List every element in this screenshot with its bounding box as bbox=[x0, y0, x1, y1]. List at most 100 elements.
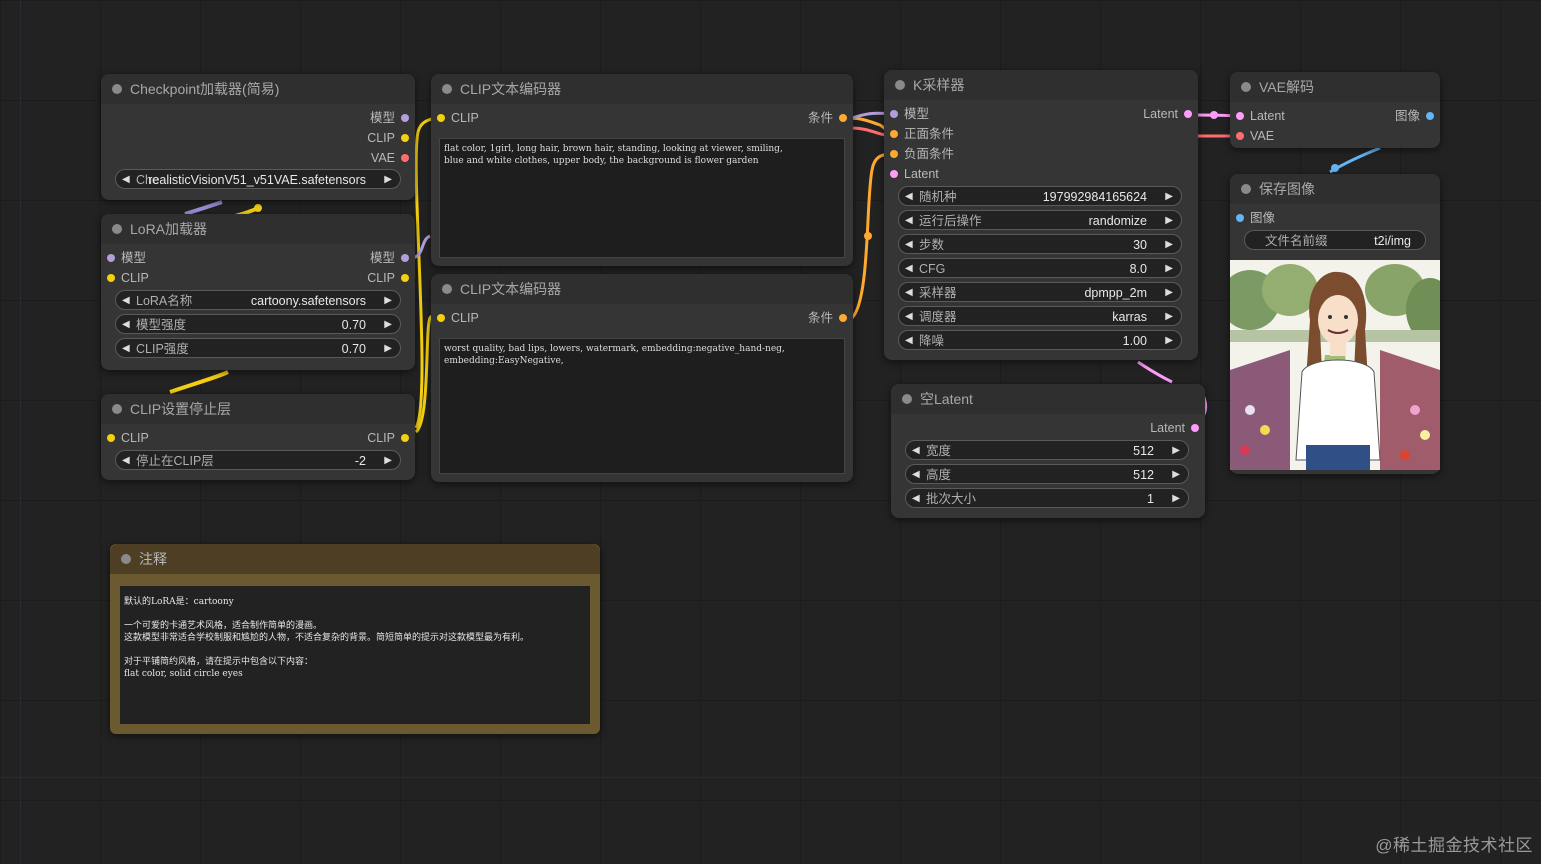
arrow-right-icon[interactable]: ▶ bbox=[384, 339, 392, 359]
output-clip[interactable]: CLIP bbox=[367, 129, 409, 147]
negative-prompt-textarea[interactable]: worst quality, bad lips, lowers, waterma… bbox=[439, 338, 845, 474]
slot-dot-icon[interactable] bbox=[890, 130, 898, 138]
input-clip[interactable]: CLIP bbox=[107, 429, 149, 447]
output-model[interactable]: 模型 bbox=[370, 249, 409, 267]
clip-text-encode-negative-node[interactable]: CLIP文本编码器 CLIP 条件 worst quality, bad lip… bbox=[431, 274, 853, 482]
arrow-left-icon[interactable]: ◀ bbox=[122, 339, 130, 359]
output-model[interactable]: 模型 bbox=[370, 109, 409, 127]
input-image[interactable]: 图像 bbox=[1236, 209, 1275, 227]
slot-dot-icon[interactable] bbox=[107, 274, 115, 282]
arrow-right-icon[interactable]: ▶ bbox=[384, 170, 392, 190]
cfg-number[interactable]: ◀ CFG 8.0 ▶ bbox=[898, 258, 1182, 278]
collapse-dot-icon[interactable] bbox=[121, 554, 131, 564]
slot-dot-icon[interactable] bbox=[437, 314, 445, 322]
arrow-right-icon[interactable]: ▶ bbox=[384, 291, 392, 311]
control-after-generate-combo[interactable]: ◀ 运行后操作 randomize ▶ bbox=[898, 210, 1182, 230]
input-latent[interactable]: Latent bbox=[1236, 107, 1285, 125]
node-title[interactable]: VAE解码 bbox=[1230, 72, 1440, 102]
model-strength-number[interactable]: ◀ 模型强度 0.70 ▶ bbox=[115, 314, 401, 334]
arrow-left-icon[interactable]: ◀ bbox=[122, 315, 130, 335]
checkpoint-loader-node[interactable]: Checkpoint加载器(简易) 模型 CLIP VAE ◀ Che real… bbox=[101, 74, 415, 200]
input-model[interactable]: 模型 bbox=[107, 249, 146, 267]
arrow-right-icon[interactable]: ▶ bbox=[1172, 465, 1180, 485]
input-clip[interactable]: CLIP bbox=[107, 269, 149, 287]
slot-dot-icon[interactable] bbox=[401, 254, 409, 262]
arrow-right-icon[interactable]: ▶ bbox=[1165, 283, 1173, 303]
arrow-right-icon[interactable]: ▶ bbox=[1172, 441, 1180, 461]
collapse-dot-icon[interactable] bbox=[895, 80, 905, 90]
slot-dot-icon[interactable] bbox=[1236, 132, 1244, 140]
slot-dot-icon[interactable] bbox=[437, 114, 445, 122]
slot-dot-icon[interactable] bbox=[107, 254, 115, 262]
arrow-right-icon[interactable]: ▶ bbox=[1165, 187, 1173, 207]
slot-dot-icon[interactable] bbox=[1426, 112, 1434, 120]
input-vae[interactable]: VAE bbox=[1236, 127, 1274, 145]
slot-dot-icon[interactable] bbox=[401, 434, 409, 442]
slot-dot-icon[interactable] bbox=[1236, 214, 1244, 222]
slot-dot-icon[interactable] bbox=[401, 114, 409, 122]
generated-image-preview[interactable] bbox=[1230, 260, 1440, 470]
scheduler-combo[interactable]: ◀ 调度器 karras ▶ bbox=[898, 306, 1182, 326]
positive-prompt-textarea[interactable]: flat color, 1girl, long hair, brown hair… bbox=[439, 138, 845, 258]
output-clip[interactable]: CLIP bbox=[367, 429, 409, 447]
input-model[interactable]: 模型 bbox=[890, 105, 929, 123]
clip-text-encode-positive-node[interactable]: CLIP文本编码器 CLIP 条件 flat color, 1girl, lon… bbox=[431, 74, 853, 266]
arrow-left-icon[interactable]: ◀ bbox=[122, 170, 130, 190]
batch-size-number[interactable]: ◀ 批次大小 1 ▶ bbox=[905, 488, 1189, 508]
node-title[interactable]: 保存图像 bbox=[1230, 174, 1440, 204]
arrow-left-icon[interactable]: ◀ bbox=[912, 465, 920, 485]
filename-prefix-input[interactable]: 文件名前缀 t2i/img bbox=[1244, 230, 1426, 250]
slot-dot-icon[interactable] bbox=[401, 274, 409, 282]
arrow-right-icon[interactable]: ▶ bbox=[1165, 259, 1173, 279]
output-latent[interactable]: Latent bbox=[1150, 419, 1199, 437]
slot-dot-icon[interactable] bbox=[401, 154, 409, 162]
collapse-dot-icon[interactable] bbox=[112, 84, 122, 94]
collapse-dot-icon[interactable] bbox=[112, 404, 122, 414]
slot-dot-icon[interactable] bbox=[839, 314, 847, 322]
clip-strength-number[interactable]: ◀ CLIP强度 0.70 ▶ bbox=[115, 338, 401, 358]
node-title[interactable]: CLIP文本编码器 bbox=[431, 74, 853, 104]
arrow-right-icon[interactable]: ▶ bbox=[384, 451, 392, 471]
clip-set-last-layer-node[interactable]: CLIP设置停止层 CLIP CLIP ◀ 停止在CLIP层 -2 ▶ bbox=[101, 394, 415, 480]
arrow-left-icon[interactable]: ◀ bbox=[905, 235, 913, 255]
arrow-right-icon[interactable]: ▶ bbox=[1165, 331, 1173, 351]
denoise-number[interactable]: ◀ 降噪 1.00 ▶ bbox=[898, 330, 1182, 350]
node-title[interactable]: Checkpoint加载器(简易) bbox=[101, 74, 415, 104]
arrow-left-icon[interactable]: ◀ bbox=[905, 307, 913, 327]
note-node[interactable]: 注释 默认的LoRA是：cartoony 一个可爱的卡通艺术风格，适合制作简单的… bbox=[110, 544, 600, 734]
collapse-dot-icon[interactable] bbox=[442, 284, 452, 294]
lora-loader-node[interactable]: LoRA加载器 模型 CLIP 模型 CLIP ◀ LoRA名称 cartoon… bbox=[101, 214, 415, 370]
arrow-right-icon[interactable]: ▶ bbox=[1165, 235, 1173, 255]
collapse-dot-icon[interactable] bbox=[442, 84, 452, 94]
node-title[interactable]: CLIP设置停止层 bbox=[101, 394, 415, 424]
arrow-left-icon[interactable]: ◀ bbox=[122, 451, 130, 471]
slot-dot-icon[interactable] bbox=[1236, 112, 1244, 120]
node-title[interactable]: LoRA加载器 bbox=[101, 214, 415, 244]
ksampler-node[interactable]: K采样器 模型 正面条件 负面条件 Latent Latent ◀ 随机种 19… bbox=[884, 70, 1198, 360]
arrow-right-icon[interactable]: ▶ bbox=[1165, 211, 1173, 231]
output-latent[interactable]: Latent bbox=[1143, 105, 1192, 123]
slot-dot-icon[interactable] bbox=[839, 114, 847, 122]
slot-dot-icon[interactable] bbox=[1184, 110, 1192, 118]
ckpt-name-combo[interactable]: ◀ Che realisticVisionV51_v51VAE.safetens… bbox=[115, 169, 401, 189]
slot-dot-icon[interactable] bbox=[890, 170, 898, 178]
arrow-left-icon[interactable]: ◀ bbox=[912, 489, 920, 509]
output-conditioning[interactable]: 条件 bbox=[808, 309, 847, 327]
arrow-left-icon[interactable]: ◀ bbox=[905, 187, 913, 207]
node-title[interactable]: CLIP文本编码器 bbox=[431, 274, 853, 304]
slot-dot-icon[interactable] bbox=[1191, 424, 1199, 432]
input-clip[interactable]: CLIP bbox=[437, 109, 479, 127]
input-clip[interactable]: CLIP bbox=[437, 309, 479, 327]
collapse-dot-icon[interactable] bbox=[1241, 82, 1251, 92]
stop-at-clip-layer-number[interactable]: ◀ 停止在CLIP层 -2 ▶ bbox=[115, 450, 401, 470]
input-positive[interactable]: 正面条件 bbox=[890, 125, 954, 143]
arrow-left-icon[interactable]: ◀ bbox=[905, 259, 913, 279]
arrow-right-icon[interactable]: ▶ bbox=[384, 315, 392, 335]
collapse-dot-icon[interactable] bbox=[1241, 184, 1251, 194]
output-conditioning[interactable]: 条件 bbox=[808, 109, 847, 127]
slot-dot-icon[interactable] bbox=[107, 434, 115, 442]
lora-name-combo[interactable]: ◀ LoRA名称 cartoony.safetensors ▶ bbox=[115, 290, 401, 310]
note-textarea[interactable]: 默认的LoRA是：cartoony 一个可爱的卡通艺术风格，适合制作简单的漫画。… bbox=[120, 586, 590, 724]
width-number[interactable]: ◀ 宽度 512 ▶ bbox=[905, 440, 1189, 460]
seed-number[interactable]: ◀ 随机种 197992984165624 ▶ bbox=[898, 186, 1182, 206]
